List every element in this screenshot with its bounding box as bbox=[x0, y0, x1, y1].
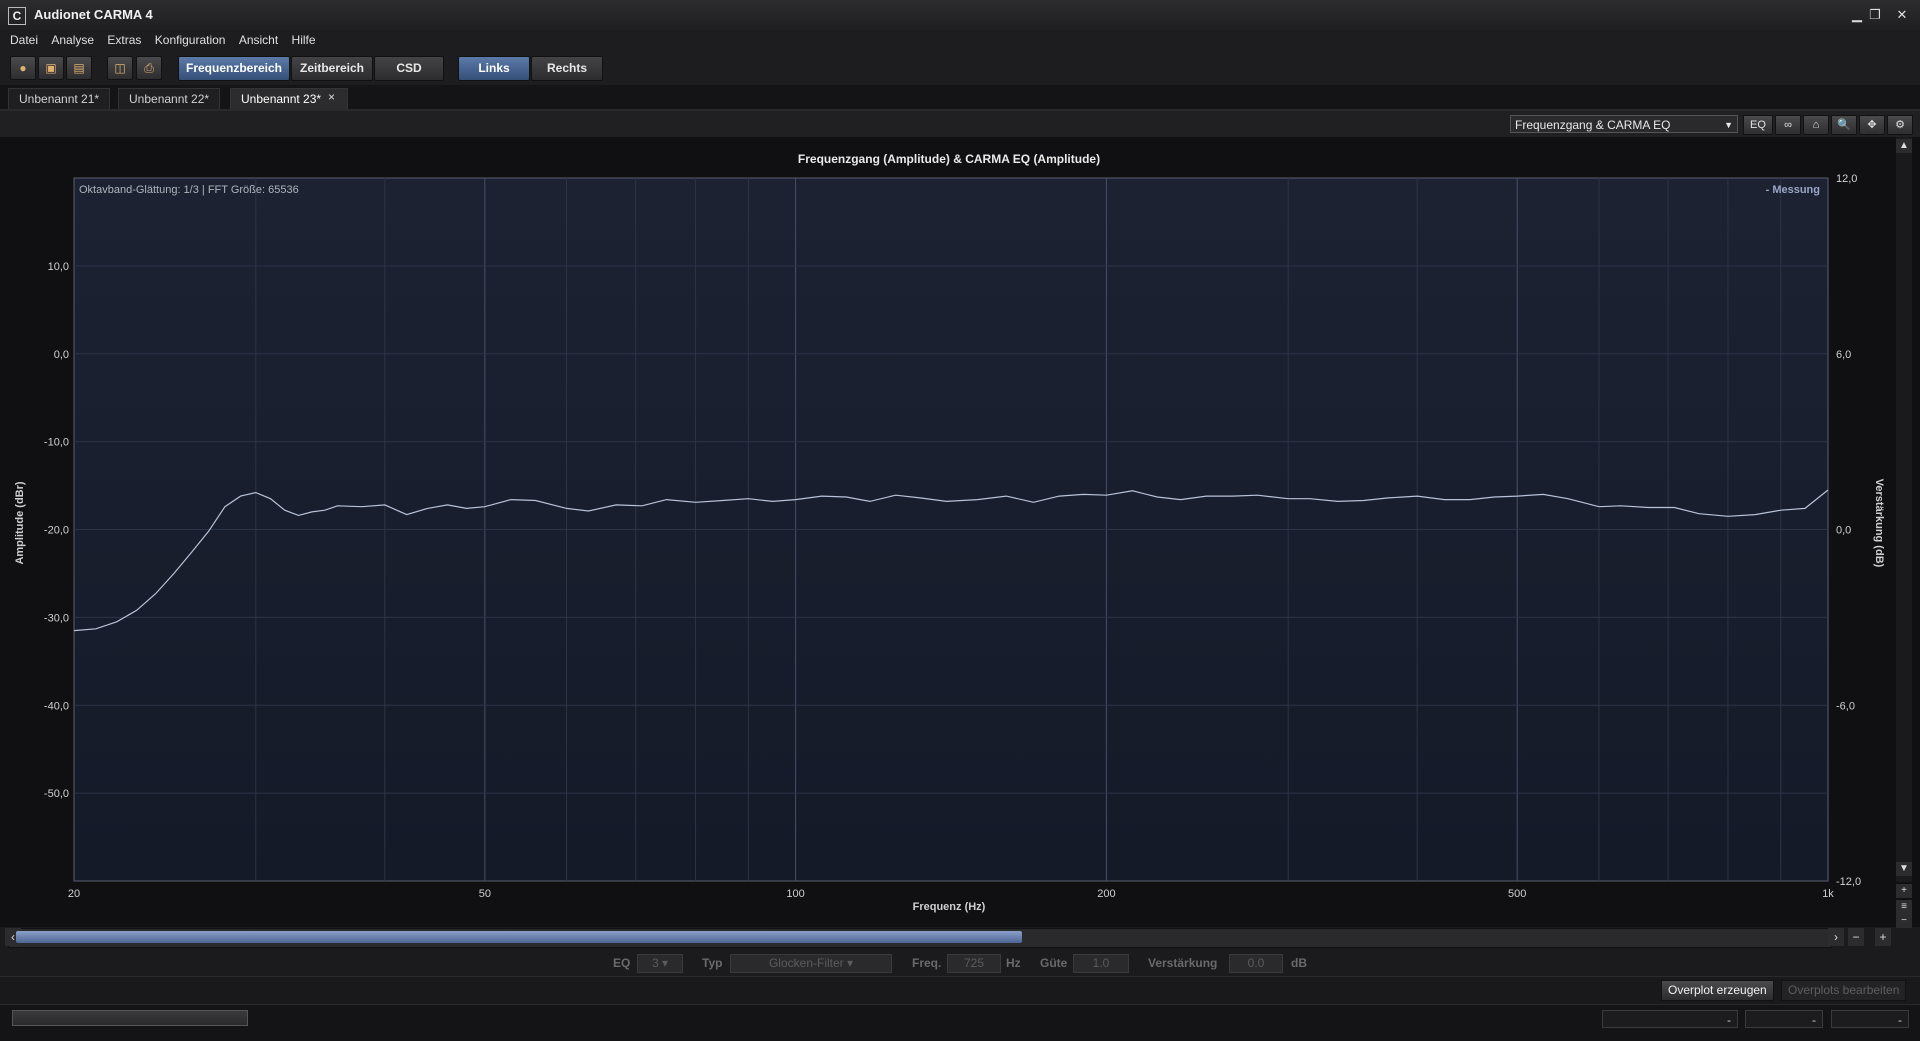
y2-tick-label: -12,0 bbox=[1836, 876, 1861, 888]
freq-unit: Hz bbox=[1006, 956, 1021, 970]
view-select[interactable]: Frequenzgang & CARMA EQ ▼ bbox=[1510, 115, 1738, 133]
y2-tick-label: 12,0 bbox=[1836, 173, 1857, 185]
status-field-1: - bbox=[1602, 1010, 1738, 1028]
tab-csd[interactable]: CSD bbox=[374, 56, 444, 81]
tab-zeitbereich[interactable]: Zeitbereich bbox=[291, 56, 373, 81]
progress-bar bbox=[12, 1010, 248, 1026]
gain-unit: dB bbox=[1291, 956, 1307, 970]
y-tick-label: 10,0 bbox=[48, 261, 69, 273]
scroll-down-icon[interactable]: ▼ bbox=[1896, 862, 1912, 876]
open-folder-icon[interactable]: ▣ bbox=[38, 56, 64, 80]
vertical-scrollbar[interactable] bbox=[1896, 137, 1912, 882]
doc-tab-unbenannt-21[interactable]: Unbenannt 21* bbox=[8, 88, 111, 109]
link-icon[interactable]: ∞ bbox=[1775, 115, 1801, 135]
menu-hilfe[interactable]: Hilfe bbox=[292, 30, 316, 50]
minimize-button[interactable]: ▁ bbox=[1848, 6, 1866, 24]
x-axis-label: Frequenz (Hz) bbox=[913, 901, 986, 913]
menu-datei[interactable]: Datei bbox=[10, 30, 38, 50]
y2-tick-label: -6,0 bbox=[1836, 700, 1855, 712]
doc-tab-label: Unbenannt 23* bbox=[241, 92, 322, 106]
y-tick-label: -30,0 bbox=[44, 612, 69, 624]
zoom-in-x-icon[interactable]: + bbox=[1875, 928, 1891, 946]
overplot-edit-button[interactable]: Overplots bearbeiten bbox=[1781, 980, 1907, 1001]
close-tab-icon[interactable]: × bbox=[328, 90, 335, 104]
y-tick-label: -40,0 bbox=[44, 700, 69, 712]
eq-band-select[interactable]: 3 ▾ bbox=[637, 954, 683, 973]
frequency-response-chart[interactable]: 20 50 100 200 500 1k 10,0 0,0 -10,0 -20,0 -30,0 -40… bbox=[0, 137, 1896, 927]
zoom-fit-y-icon[interactable]: ≡ bbox=[1896, 900, 1912, 914]
typ-label: Typ bbox=[702, 956, 723, 970]
y-axis-label: Amplitude (dBr) bbox=[14, 481, 26, 564]
eq-band-value: 3 bbox=[651, 956, 659, 970]
y-tick-label: -10,0 bbox=[44, 437, 69, 449]
guete-label: Güte bbox=[1040, 956, 1068, 970]
bottom-button-row bbox=[0, 976, 1920, 1005]
zoom-out-x-icon[interactable]: − bbox=[1848, 928, 1864, 946]
chart-title: Frequenzgang (Amplitude) & CARMA EQ (Amp… bbox=[798, 152, 1100, 166]
save-icon[interactable]: ▤ bbox=[66, 56, 92, 80]
gain-input[interactable]: 0.0 bbox=[1229, 954, 1283, 973]
menu-analyse[interactable]: Analyse bbox=[51, 30, 94, 50]
screenshot-icon[interactable]: ◫ bbox=[107, 56, 133, 80]
app-logo-icon: C bbox=[8, 7, 26, 25]
overplot-create-button[interactable]: Overplot erzeugen bbox=[1661, 980, 1774, 1001]
doc-tab-unbenannt-22[interactable]: Unbenannt 22* bbox=[118, 88, 221, 109]
zoom-icon[interactable]: 🔍 bbox=[1831, 115, 1857, 135]
zoom-in-y-icon[interactable]: + bbox=[1896, 884, 1912, 898]
eq-button[interactable]: EQ bbox=[1743, 115, 1773, 135]
record-icon[interactable]: ● bbox=[10, 56, 36, 80]
menu-bar: Datei Analyse Extras Konfiguration Ansic… bbox=[0, 30, 1920, 50]
view-select-value: Frequenzgang & CARMA EQ bbox=[1515, 118, 1671, 132]
restore-button[interactable]: ❐ bbox=[1866, 6, 1884, 24]
channel-rechts[interactable]: Rechts bbox=[531, 56, 603, 81]
y-tick-label: -50,0 bbox=[44, 788, 69, 800]
zoom-out-y-icon[interactable]: − bbox=[1896, 914, 1912, 928]
chart-annotation: Oktavband-Glättung: 1/3 | FFT Größe: 655… bbox=[79, 184, 299, 196]
legend-entry-messung: - Messung bbox=[1766, 184, 1820, 196]
y2-axis-label: Verstärkung (dB) bbox=[1873, 479, 1885, 568]
settings-icon[interactable]: ⚙ bbox=[1887, 115, 1913, 135]
tab-frequenzbereich[interactable]: Frequenzbereich bbox=[178, 56, 290, 81]
home-icon[interactable]: ⌂ bbox=[1803, 115, 1829, 135]
x-tick-label: 100 bbox=[786, 888, 804, 900]
y2-tick-label: 6,0 bbox=[1836, 349, 1851, 361]
filter-type-value: Glocken-Filter bbox=[768, 956, 844, 970]
x-tick-label: 1k bbox=[1822, 888, 1834, 900]
guete-input[interactable]: 1.0 bbox=[1073, 954, 1129, 973]
pan-icon[interactable]: ✥ bbox=[1859, 115, 1885, 135]
chevron-down-icon: ▼ bbox=[1724, 120, 1733, 130]
menu-extras[interactable]: Extras bbox=[107, 30, 141, 50]
x-tick-label: 20 bbox=[68, 888, 80, 900]
status-field-3: - bbox=[1831, 1010, 1909, 1028]
scroll-up-icon[interactable]: ▲ bbox=[1896, 139, 1912, 153]
freq-label: Freq. bbox=[912, 956, 942, 970]
window-title: Audionet CARMA 4 bbox=[34, 7, 153, 22]
y-tick-label: 0,0 bbox=[54, 349, 69, 361]
eq-label: EQ bbox=[613, 956, 631, 970]
horizontal-scroll-thumb[interactable] bbox=[16, 931, 1022, 943]
gain-label: Verstärkung bbox=[1148, 956, 1218, 970]
status-field-2: - bbox=[1745, 1010, 1823, 1028]
freq-input[interactable]: 725 bbox=[947, 954, 1001, 973]
menu-konfiguration[interactable]: Konfiguration bbox=[155, 30, 226, 50]
close-button[interactable]: ✕ bbox=[1893, 6, 1911, 24]
x-tick-label: 500 bbox=[1508, 888, 1526, 900]
y-tick-label: -20,0 bbox=[44, 525, 69, 537]
x-tick-label: 200 bbox=[1097, 888, 1115, 900]
print-icon[interactable]: ⎙ bbox=[136, 56, 162, 80]
scroll-right-icon[interactable]: › bbox=[1828, 928, 1844, 946]
title-bar bbox=[0, 0, 1920, 31]
y2-tick-label: 0,0 bbox=[1836, 525, 1851, 537]
filter-type-select[interactable]: Glocken-Filter ▾ bbox=[730, 954, 892, 973]
channel-links[interactable]: Links bbox=[458, 56, 530, 81]
x-tick-label: 50 bbox=[479, 888, 491, 900]
menu-ansicht[interactable]: Ansicht bbox=[239, 30, 278, 50]
